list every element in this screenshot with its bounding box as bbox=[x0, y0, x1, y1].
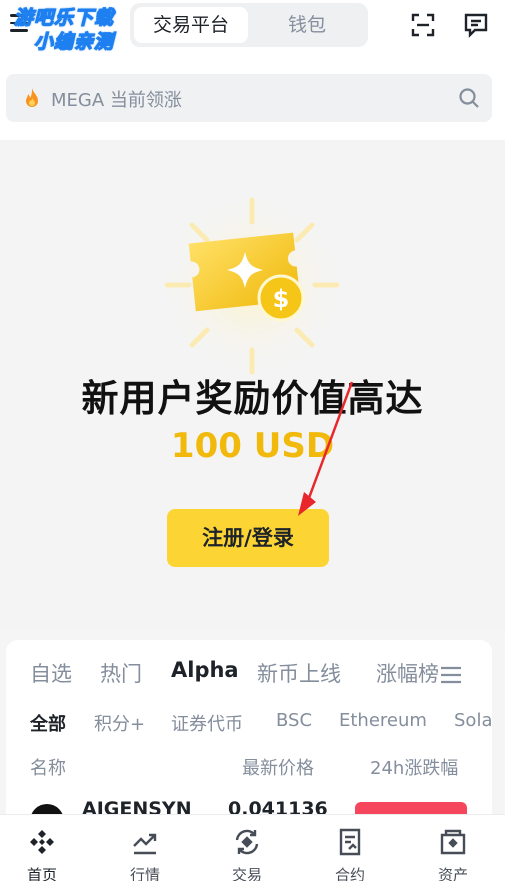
subtab-bsc[interactable]: BSC bbox=[276, 710, 312, 731]
search-icon[interactable] bbox=[458, 87, 480, 109]
tab-gainers[interactable]: 涨幅榜 bbox=[376, 658, 439, 688]
tab-favorites[interactable]: 自选 bbox=[30, 658, 72, 688]
wallet-icon bbox=[440, 829, 466, 855]
futures-icon bbox=[339, 828, 361, 856]
register-login-button[interactable]: 注册/登录 bbox=[167, 509, 329, 567]
subtab-solana[interactable]: Solana bbox=[454, 710, 492, 731]
nav-trade[interactable]: 交易 bbox=[207, 815, 287, 881]
platform-switch: 交易平台 钱包 bbox=[130, 3, 368, 47]
trade-icon bbox=[235, 829, 259, 855]
col-change[interactable]: 24h涨跌幅 bbox=[370, 754, 458, 780]
scan-icon[interactable] bbox=[410, 12, 436, 38]
nav-label-markets: 行情 bbox=[129, 866, 160, 881]
search-area: MEGA 当前领涨 bbox=[0, 56, 505, 140]
market-panel: 自选 热门 Alpha 新币上线 涨幅榜 全部 积分+ 证券代币 BSC Eth… bbox=[6, 640, 492, 820]
subtab-securities[interactable]: 证券代币 bbox=[171, 710, 243, 736]
home-icon bbox=[30, 830, 54, 854]
bottom-nav: 首页 行情 交易 合约 资产 bbox=[0, 814, 505, 881]
tab-new-listings[interactable]: 新币上线 bbox=[257, 658, 341, 688]
market-subtabs: 全部 积分+ 证券代币 BSC Ethereum Solana bbox=[6, 710, 492, 736]
nav-label-futures: 合约 bbox=[334, 866, 365, 881]
subtab-points[interactable]: 积分+ bbox=[94, 710, 145, 736]
nav-futures[interactable]: 合约 bbox=[310, 815, 390, 881]
nav-home[interactable]: 首页 bbox=[2, 815, 82, 881]
nav-markets[interactable]: 行情 bbox=[105, 815, 185, 881]
tab-hot[interactable]: 热门 bbox=[100, 658, 142, 688]
watermark-logo: 游吧乐下载 小编亲测 bbox=[13, 6, 115, 53]
promo-banner: $ 新用户奖励价值高达 100 USD 注册/登录 bbox=[0, 140, 505, 630]
column-headers: 名称 最新价格 24h涨跌幅 bbox=[6, 754, 492, 780]
markets-icon bbox=[133, 833, 157, 855]
promo-headline: 新用户奖励价值高达 bbox=[81, 377, 424, 420]
message-icon[interactable] bbox=[463, 12, 489, 38]
search-placeholder: MEGA 当前领涨 bbox=[51, 90, 182, 111]
market-tabs: 自选 热门 Alpha 新币上线 涨幅榜 bbox=[6, 658, 492, 690]
col-name[interactable]: 名称 bbox=[30, 754, 66, 780]
tab-wallet[interactable]: 钱包 bbox=[250, 7, 364, 43]
search-input[interactable]: MEGA 当前领涨 bbox=[6, 74, 492, 122]
nav-label-home: 首页 bbox=[26, 866, 57, 881]
nav-label-trade: 交易 bbox=[231, 866, 262, 881]
list-menu-icon[interactable] bbox=[438, 664, 464, 686]
subtab-all[interactable]: 全部 bbox=[30, 710, 66, 736]
flame-icon bbox=[26, 88, 38, 107]
col-price[interactable]: 最新价格 bbox=[242, 754, 314, 780]
promo-amount: 100 USD bbox=[170, 426, 335, 466]
nav-label-assets: 资产 bbox=[437, 866, 468, 881]
subtab-ethereum[interactable]: Ethereum bbox=[339, 710, 427, 731]
tab-alpha[interactable]: Alpha bbox=[171, 658, 239, 682]
reward-ticket-icon: $ bbox=[157, 190, 347, 380]
nav-assets[interactable]: 资产 bbox=[413, 815, 493, 881]
svg-text:$: $ bbox=[273, 285, 290, 313]
